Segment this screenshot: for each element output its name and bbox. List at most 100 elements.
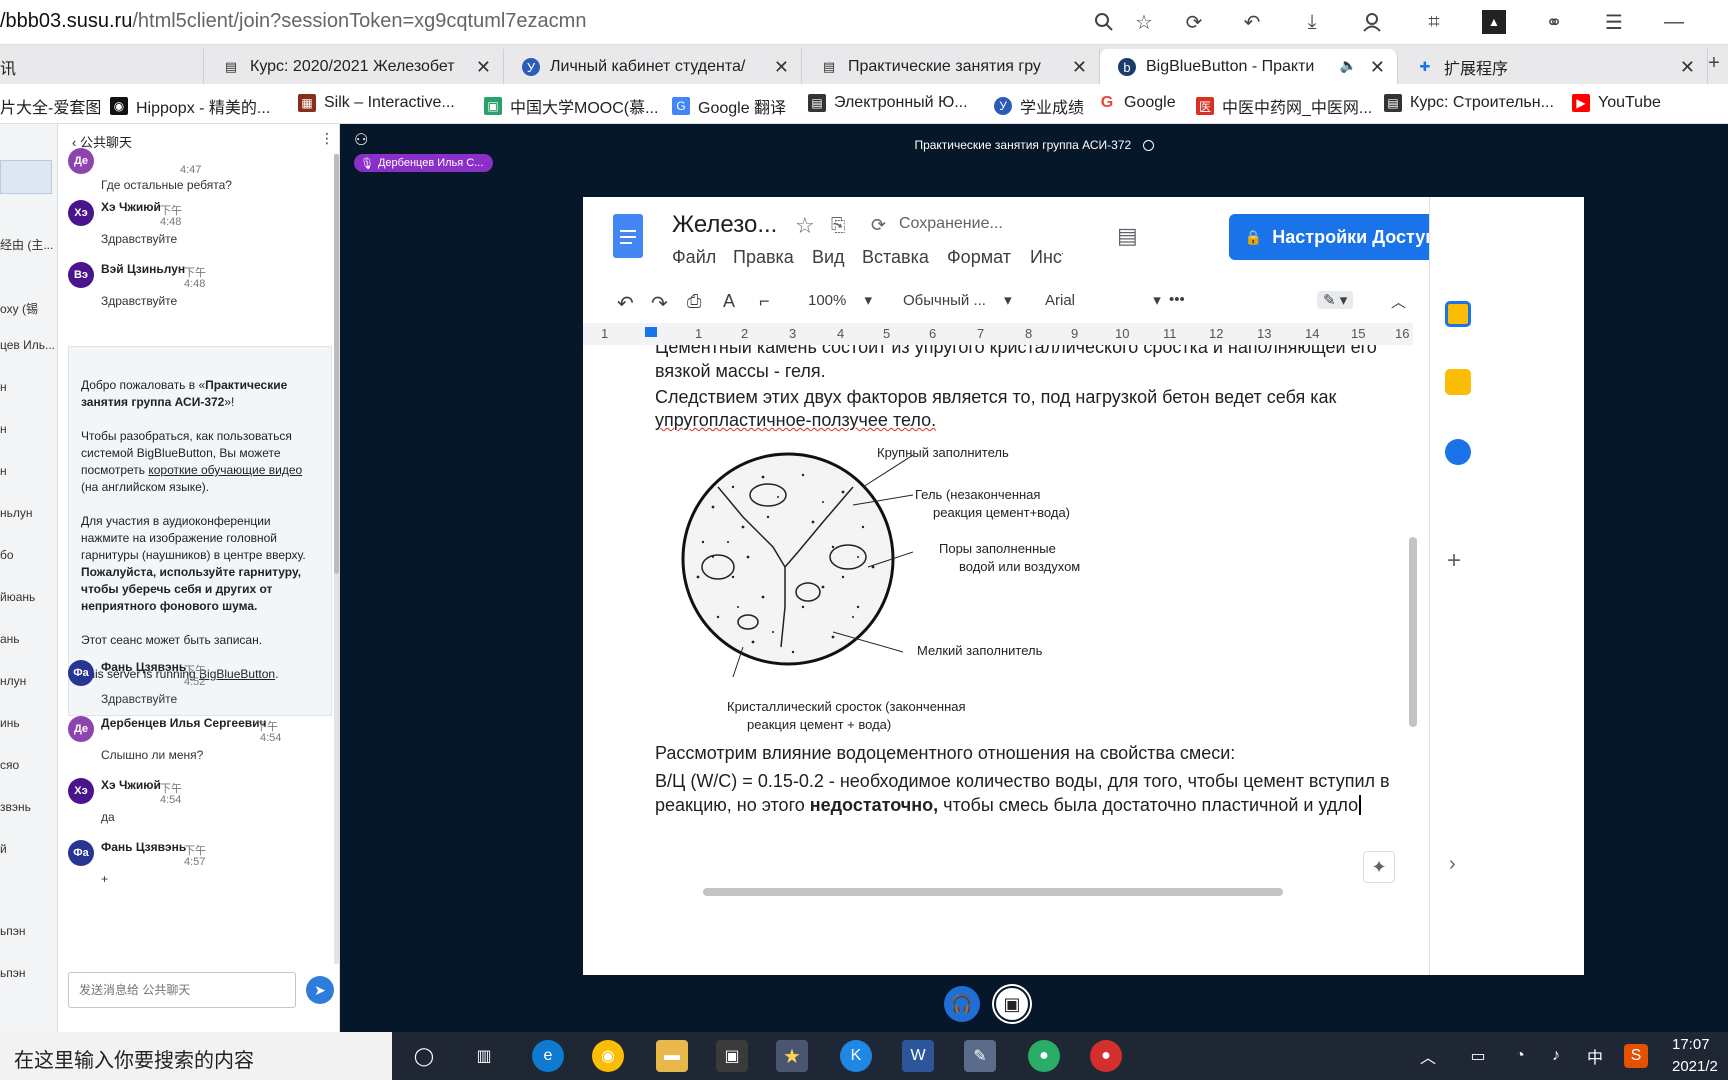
paint-format-icon[interactable]: ⌐ <box>759 291 770 312</box>
tutorial-video-link[interactable]: короткие обучающие видео <box>148 463 302 477</box>
task-view-icon[interactable]: ▥ <box>468 1040 500 1072</box>
bookmark-item[interactable]: ◉ Hippopx - 精美的... <box>110 94 270 118</box>
user-item[interactable]: йюань <box>0 590 35 604</box>
user-list-selected[interactable] <box>0 160 52 194</box>
bookmark-item[interactable]: ▦ Silk – Interactive... <box>298 94 455 112</box>
chat-scrollbar[interactable] <box>334 154 339 964</box>
volume-icon[interactable]: ♪ <box>1546 1040 1566 1072</box>
indent-marker[interactable] <box>645 327 657 337</box>
file-explorer-icon[interactable]: ▬ <box>656 1040 688 1072</box>
crop-icon[interactable]: ⌗ <box>1420 8 1448 36</box>
cortana-icon[interactable]: ◯ <box>408 1040 440 1072</box>
tab-bigbluebutton[interactable]: b BigBlueButton - Практи 🔈 ✕ <box>1100 49 1398 85</box>
store-icon[interactable]: ▣ <box>716 1040 748 1072</box>
user-item[interactable]: цев Иль... <box>0 338 55 352</box>
tray-chevron-icon[interactable]: ︿ <box>1418 1040 1438 1072</box>
scrollbar-thumb[interactable] <box>334 154 339 574</box>
calendar-icon[interactable] <box>1445 301 1471 327</box>
keep-icon[interactable] <box>1445 369 1471 395</box>
close-icon[interactable]: ✕ <box>1680 57 1695 78</box>
recorder-icon[interactable]: ● <box>1090 1040 1122 1072</box>
user-item[interactable]: ьпэн <box>0 924 26 938</box>
menu-view[interactable]: Вид <box>812 247 845 268</box>
user-item[interactable]: звэнь <box>0 800 31 814</box>
tab-news[interactable]: 讯 <box>0 49 204 85</box>
extension-logo-icon[interactable]: ▲ <box>1482 10 1506 34</box>
zoom-icon[interactable] <box>1090 8 1118 36</box>
headphones-audio-button[interactable]: 🎧 <box>944 986 980 1022</box>
new-tab-icon[interactable]: + <box>1700 49 1728 77</box>
horizontal-scrollbar[interactable] <box>703 888 1283 896</box>
more-icon[interactable]: ••• <box>1169 291 1185 308</box>
user-item[interactable]: нлун <box>0 674 26 688</box>
user-item[interactable]: инь <box>0 716 20 730</box>
bookmark-item[interactable]: ▤ Электронный Ю... <box>808 94 968 112</box>
link-icon[interactable]: ⚭ <box>1540 8 1568 36</box>
user-item[interactable]: ань <box>0 632 20 646</box>
wifi-icon[interactable]: ◔ <box>1510 1040 1530 1072</box>
speaker-icon[interactable]: 🔈 <box>1340 57 1357 74</box>
word-icon[interactable]: W <box>902 1040 934 1072</box>
system-clock[interactable]: 17:07 2021/2 <box>1672 1034 1718 1078</box>
send-icon[interactable]: ➤ <box>306 976 334 1004</box>
address-bar[interactable]: /bbb03.susu.ru/html5client/join?sessionT… <box>0 10 586 33</box>
close-icon[interactable]: ✕ <box>1370 57 1385 78</box>
undo-icon[interactable]: ↶ <box>1238 8 1266 36</box>
menu-insert[interactable]: Вставка <box>862 247 929 268</box>
refresh-icon[interactable]: ⟳ <box>1180 8 1208 36</box>
tab-practice[interactable]: ▤ Практические занятия гру ✕ <box>802 49 1100 85</box>
bookmark-item[interactable]: 医中医中药网_中医网... <box>1196 94 1372 118</box>
redo-icon[interactable]: ↷ <box>651 291 668 316</box>
user-item[interactable]: н <box>0 422 7 436</box>
menu-format[interactable]: Формат <box>947 247 1011 268</box>
sogou-icon[interactable]: S <box>1624 1044 1648 1068</box>
move-folder-icon[interactable]: ⎘ <box>831 215 845 236</box>
comments-icon[interactable]: ▤ <box>1117 223 1138 249</box>
screenshare-off-button[interactable]: ▣ <box>994 986 1030 1022</box>
close-icon[interactable]: ✕ <box>1072 57 1087 78</box>
editing-mode-button[interactable]: ✎ ▾ <box>1317 291 1354 309</box>
close-icon[interactable]: ✕ <box>476 57 491 78</box>
menu-icon[interactable]: ☰ <box>1600 8 1628 36</box>
taskbar-search-input[interactable]: 在这里输入你要搜索的内容 <box>0 1032 392 1080</box>
user-item[interactable]: бо <box>0 548 14 562</box>
chrome-icon[interactable]: ◉ <box>592 1040 624 1072</box>
user-item[interactable]: н <box>0 380 7 394</box>
kugou-icon[interactable]: K <box>840 1040 872 1072</box>
spellcheck-icon[interactable]: A <box>723 291 735 312</box>
explore-icon[interactable]: ✦ <box>1363 851 1395 883</box>
font-select[interactable]: Arial ▾ <box>1045 291 1161 309</box>
chat-message-input[interactable] <box>68 972 296 1008</box>
more-options-icon[interactable]: ⋮ <box>320 130 334 147</box>
user-item[interactable]: ьпэн <box>0 966 26 980</box>
vertical-scrollbar[interactable] <box>1409 537 1417 727</box>
menu-edit[interactable]: Правка <box>733 247 794 268</box>
share-settings-button[interactable]: 🔒 Настройки Доступа <box>1229 214 1462 260</box>
user-item[interactable]: н <box>0 464 7 478</box>
minimize-icon[interactable]: — <box>1660 8 1688 36</box>
zoom-select[interactable]: 100% ▾ <box>808 291 872 309</box>
battery-icon[interactable]: ▭ <box>1468 1040 1488 1072</box>
add-addon-icon[interactable]: + <box>1447 547 1461 575</box>
chevron-right-icon[interactable]: › <box>1449 853 1456 876</box>
tab-course[interactable]: ▤ Курс: 2020/2021 Железобет ✕ <box>204 49 504 85</box>
bookmark-item[interactable]: G Google <box>1098 94 1176 112</box>
user-item[interactable]: й <box>0 842 7 856</box>
profile-icon[interactable] <box>1358 8 1386 36</box>
tab-student-cabinet[interactable]: У Личный кабинет студента/ ✕ <box>504 49 802 85</box>
tasks-icon[interactable] <box>1445 439 1471 465</box>
download-icon[interactable]: ⤓ <box>1298 8 1326 36</box>
undo-icon[interactable]: ↶ <box>617 291 634 316</box>
pinned-app-icon[interactable]: ★ <box>776 1040 808 1072</box>
user-item[interactable]: 经由 (主... <box>0 236 53 253</box>
wechat-icon[interactable]: ● <box>1028 1040 1060 1072</box>
star-icon[interactable]: ☆ <box>1130 8 1158 36</box>
paint-icon[interactable]: ✎ <box>964 1040 996 1072</box>
tab-extensions[interactable]: ✚ 扩展程序 ✕ <box>1398 49 1708 85</box>
bookmark-item[interactable]: G Google 翻译 <box>672 94 786 118</box>
user-item[interactable]: ньлун <box>0 506 33 520</box>
menu-file[interactable]: Файл <box>672 247 716 268</box>
document-title[interactable]: Железо... <box>672 211 777 239</box>
collapse-icon[interactable]: ︿ <box>1391 291 1406 312</box>
user-item[interactable]: сяо <box>0 758 19 772</box>
